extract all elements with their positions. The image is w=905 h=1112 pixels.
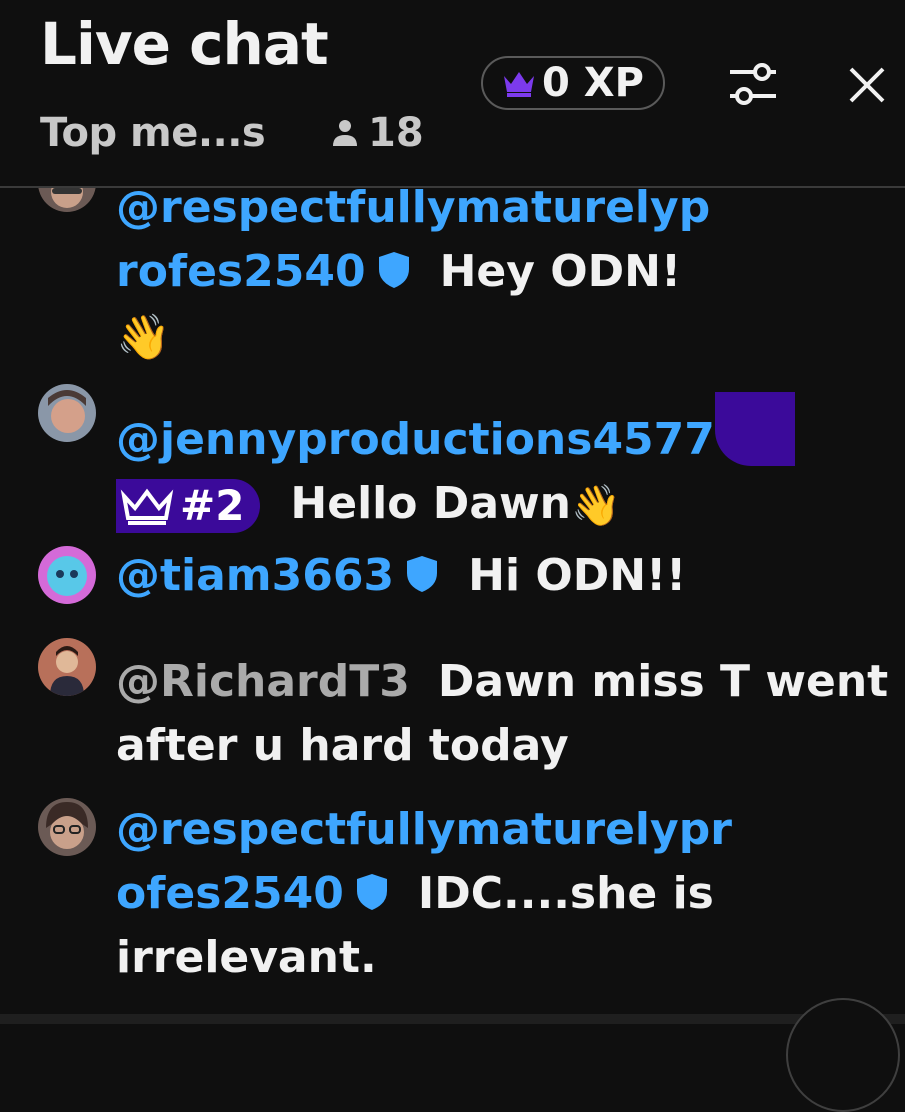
message-author[interactable]: @jennyproductions4577 bbox=[116, 414, 715, 465]
message-text: Dawn miss T went bbox=[437, 656, 889, 707]
verified-shield-icon bbox=[356, 874, 387, 910]
avatar[interactable] bbox=[38, 384, 96, 442]
xp-button[interactable]: 0 XP bbox=[481, 56, 665, 110]
verified-shield-icon bbox=[407, 556, 438, 592]
avatar[interactable] bbox=[38, 638, 96, 696]
close-icon[interactable] bbox=[846, 64, 888, 106]
sort-dropdown[interactable]: Top me...s bbox=[40, 110, 266, 156]
member-badge bbox=[714, 392, 795, 466]
avatar[interactable] bbox=[38, 546, 96, 604]
sliders-icon[interactable] bbox=[726, 60, 780, 108]
rank-badge: #2 bbox=[116, 479, 261, 533]
chat-input-bar bbox=[0, 1014, 905, 1024]
waving-hand-emoji: 👋 bbox=[116, 312, 171, 363]
scroll-to-bottom-button[interactable] bbox=[786, 998, 900, 1112]
crown-icon bbox=[504, 72, 535, 97]
waving-hand-emoji: 👋 bbox=[571, 483, 621, 529]
message-author[interactable]: @respectfullymaturelypr bbox=[116, 798, 732, 862]
message-author[interactable]: ofes2540 bbox=[116, 868, 344, 919]
rank-label: #2 bbox=[180, 481, 245, 530]
message-text: Hey ODN! bbox=[439, 246, 682, 297]
avatar[interactable] bbox=[38, 188, 96, 212]
message-text-continued: after u hard today bbox=[116, 720, 569, 771]
message-author[interactable]: rofes2540 bbox=[116, 246, 366, 297]
message-author[interactable]: @RichardT3 bbox=[116, 656, 410, 707]
message-author[interactable]: @respectfullymaturelyp bbox=[116, 188, 710, 240]
viewer-count: 18 bbox=[330, 110, 424, 156]
message-text: IDC....she is bbox=[417, 868, 714, 919]
message-text: Hello Dawn bbox=[290, 478, 571, 529]
avatar[interactable] bbox=[38, 798, 96, 856]
message-text-continued: irrelevant. bbox=[116, 932, 377, 983]
xp-label: 0 XP bbox=[542, 60, 644, 106]
verified-shield-icon bbox=[378, 252, 409, 288]
viewer-count-value: 18 bbox=[368, 110, 424, 156]
chat-message-list[interactable]: @respectfullymaturelyp rofes2540 Hey ODN!… bbox=[0, 188, 905, 1024]
message-author[interactable]: @tiam3663 bbox=[116, 550, 394, 601]
message-text: Hi ODN!! bbox=[468, 550, 687, 601]
person-icon bbox=[333, 120, 357, 146]
crown-outline-icon bbox=[120, 488, 174, 525]
page-title: Live chat bbox=[40, 10, 329, 78]
chat-header: Live chat 0 XP Top me...s 18 bbox=[0, 0, 905, 188]
